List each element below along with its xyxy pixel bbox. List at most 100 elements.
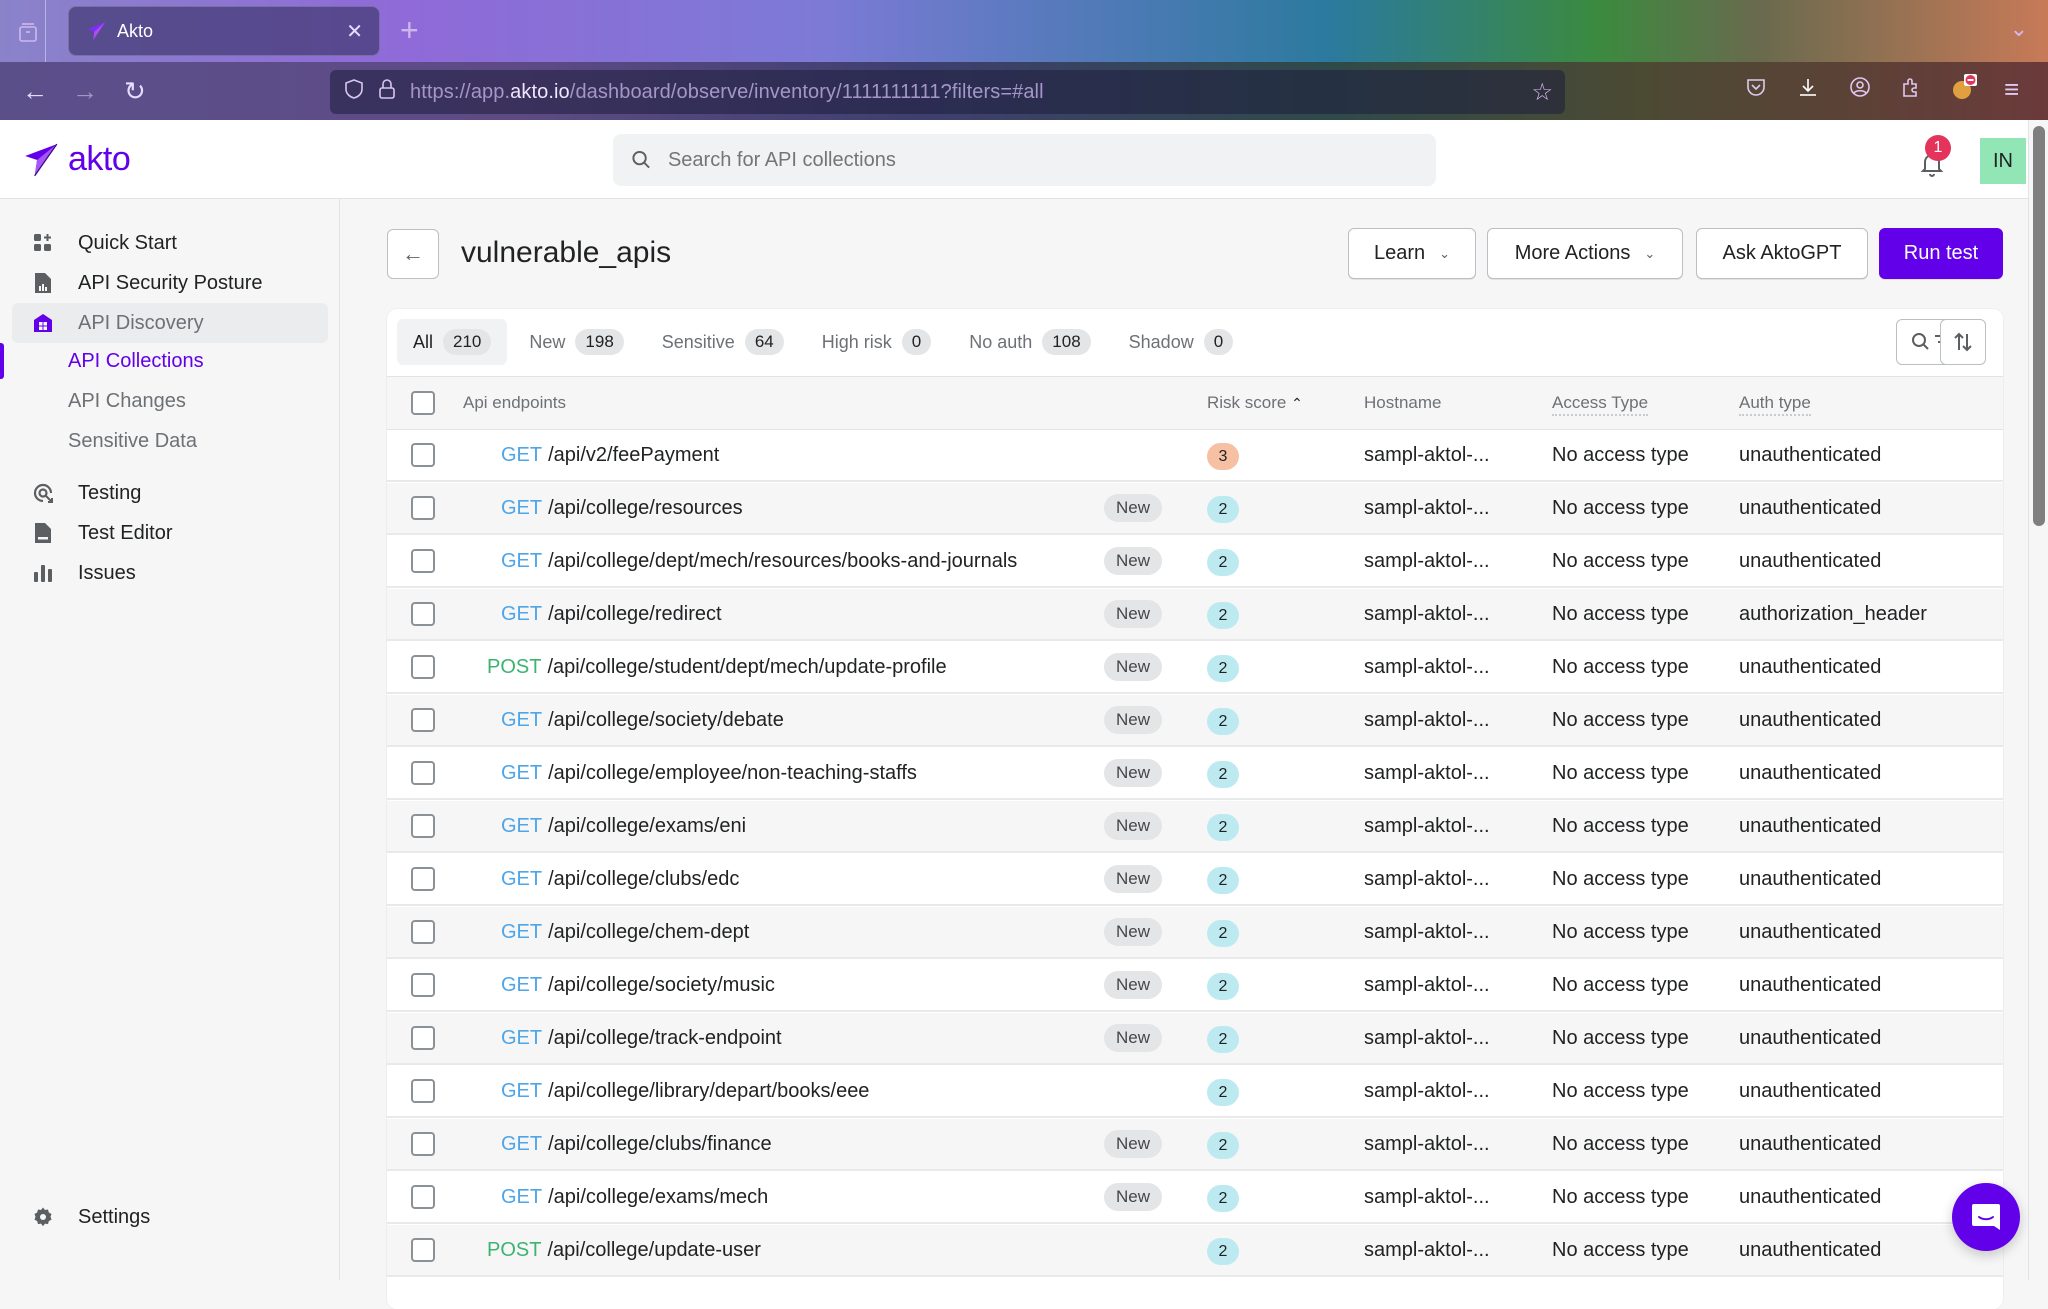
- download-icon[interactable]: [1797, 76, 1819, 104]
- endpoint-cell[interactable]: GET/api/college/track-endpoint: [501, 1027, 782, 1050]
- chat-support-button[interactable]: [1952, 1183, 2020, 1251]
- endpoint-cell[interactable]: GET/api/college/chem-dept: [501, 921, 749, 944]
- filter-tab-new[interactable]: New 198: [513, 319, 639, 365]
- menu-hamburger-icon[interactable]: ≡: [2004, 74, 2019, 105]
- row-checkbox[interactable]: [411, 1238, 435, 1262]
- back-arrow-icon[interactable]: ←: [22, 76, 48, 107]
- endpoint-cell[interactable]: POST/api/college/student/dept/mech/updat…: [487, 656, 947, 679]
- row-checkbox[interactable]: [411, 1026, 435, 1050]
- row-checkbox[interactable]: [411, 443, 435, 467]
- endpoint-cell[interactable]: GET/api/college/exams/eni: [501, 815, 746, 838]
- table-row[interactable]: GET/api/college/resources New 2 sampl-ak…: [387, 483, 2003, 535]
- column-header-endpoints[interactable]: Api endpoints: [463, 393, 566, 413]
- table-row[interactable]: GET/api/college/redirect New 2 sampl-akt…: [387, 589, 2003, 641]
- row-checkbox[interactable]: [411, 1132, 435, 1156]
- filter-tab-shadow[interactable]: Shadow 0: [1113, 319, 1250, 365]
- pocket-icon[interactable]: [1745, 76, 1767, 104]
- row-checkbox[interactable]: [411, 1079, 435, 1103]
- column-header-access-type[interactable]: Access Type: [1552, 393, 1649, 416]
- column-header-hostname[interactable]: Hostname: [1364, 393, 1441, 413]
- endpoint-cell[interactable]: GET/api/college/employee/non-teaching-st…: [501, 762, 917, 785]
- row-checkbox[interactable]: [411, 920, 435, 944]
- list-all-tabs-icon[interactable]: ⌄: [2010, 16, 2028, 42]
- table-row[interactable]: GET/api/college/library/depart/books/eee…: [387, 1066, 2003, 1118]
- endpoint-cell[interactable]: GET/api/college/exams/mech: [501, 1186, 768, 1209]
- filter-tab-sensitive[interactable]: Sensitive 64: [646, 319, 800, 365]
- account-icon[interactable]: [1849, 76, 1871, 104]
- extensions-icon[interactable]: [1900, 76, 1922, 104]
- sidebar-item-api-security-posture[interactable]: API Security Posture: [12, 263, 328, 303]
- browser-tab[interactable]: Akto ✕: [68, 6, 380, 56]
- extension-blocker-icon[interactable]: [1950, 72, 1978, 108]
- sidebar-item-testing[interactable]: Testing: [12, 473, 328, 513]
- page-scrollbar[interactable]: [2028, 120, 2048, 1280]
- endpoint-cell[interactable]: GET/api/college/clubs/edc: [501, 868, 739, 891]
- table-row[interactable]: GET/api/college/track-endpoint New 2 sam…: [387, 1013, 2003, 1065]
- endpoint-cell[interactable]: GET/api/college/library/depart/books/eee: [501, 1080, 869, 1103]
- tab-list-icon[interactable]: [16, 20, 40, 44]
- row-checkbox[interactable]: [411, 814, 435, 838]
- row-checkbox[interactable]: [411, 496, 435, 520]
- sidebar-subitem-api-changes[interactable]: API Changes: [68, 383, 186, 419]
- endpoint-cell[interactable]: GET/api/college/dept/mech/resources/book…: [501, 550, 1017, 573]
- table-row[interactable]: POST/api/college/update-user 2 sampl-akt…: [387, 1225, 2003, 1277]
- table-row[interactable]: GET/api/college/exams/mech New 2 sampl-a…: [387, 1172, 2003, 1224]
- scrollbar-thumb[interactable]: [2033, 126, 2045, 526]
- ask-aktogpt-button[interactable]: Ask AktoGPT: [1696, 228, 1868, 279]
- endpoint-cell[interactable]: GET/api/college/resources: [501, 497, 743, 520]
- url-text[interactable]: https://app.akto.io/dashboard/observe/in…: [410, 81, 1044, 104]
- search-input[interactable]: [667, 148, 1418, 172]
- table-row[interactable]: GET/api/college/society/debate New 2 sam…: [387, 695, 2003, 747]
- row-checkbox[interactable]: [411, 1185, 435, 1209]
- reload-icon[interactable]: ↻: [124, 76, 146, 107]
- row-checkbox[interactable]: [411, 655, 435, 679]
- row-checkbox[interactable]: [411, 867, 435, 891]
- forward-arrow-icon[interactable]: →: [72, 76, 98, 107]
- sidebar-item-quick-start[interactable]: Quick Start: [12, 223, 328, 263]
- sidebar-item-settings[interactable]: Settings: [12, 1197, 328, 1237]
- table-row[interactable]: GET/api/college/society/music New 2 samp…: [387, 960, 2003, 1012]
- select-all-checkbox[interactable]: [411, 391, 435, 415]
- table-row[interactable]: GET/api/college/dept/mech/resources/book…: [387, 536, 2003, 588]
- search-bar[interactable]: [613, 134, 1436, 186]
- filter-tab-all[interactable]: All 210: [397, 319, 508, 365]
- row-checkbox[interactable]: [411, 602, 435, 626]
- endpoint-cell[interactable]: GET/api/college/society/debate: [501, 709, 784, 732]
- table-row[interactable]: GET/api/v2/feePayment 3 sampl-aktol-... …: [387, 430, 2003, 482]
- more-actions-button[interactable]: More Actions ⌄: [1487, 228, 1683, 279]
- sidebar-item-issues[interactable]: Issues: [12, 553, 328, 593]
- endpoint-cell[interactable]: GET/api/v2/feePayment: [501, 444, 719, 467]
- column-header-risk-score[interactable]: Risk score ⌃: [1207, 393, 1303, 413]
- filter-tab-no-auth[interactable]: No auth 108: [953, 319, 1106, 365]
- table-row[interactable]: GET/api/college/employee/non-teaching-st…: [387, 748, 2003, 800]
- shield-icon[interactable]: [344, 78, 364, 106]
- endpoint-cell[interactable]: GET/api/college/clubs/finance: [501, 1133, 772, 1156]
- back-button[interactable]: ←: [387, 229, 439, 279]
- endpoint-cell[interactable]: POST/api/college/update-user: [487, 1239, 761, 1262]
- bookmark-star-icon[interactable]: ☆: [1531, 78, 1553, 107]
- lock-icon[interactable]: [378, 78, 396, 106]
- user-avatar[interactable]: IN: [1980, 138, 2026, 184]
- endpoint-cell[interactable]: GET/api/college/society/music: [501, 974, 775, 997]
- row-checkbox[interactable]: [411, 708, 435, 732]
- table-row[interactable]: GET/api/college/clubs/finance New 2 samp…: [387, 1119, 2003, 1171]
- sidebar-item-api-discovery[interactable]: API Discovery: [12, 303, 328, 343]
- close-tab-icon[interactable]: ✕: [346, 19, 363, 44]
- table-row[interactable]: GET/api/college/clubs/edc New 2 sampl-ak…: [387, 854, 2003, 906]
- run-test-button[interactable]: Run test: [1879, 228, 2003, 279]
- column-header-auth-type[interactable]: Auth type: [1739, 393, 1811, 416]
- row-checkbox[interactable]: [411, 973, 435, 997]
- address-bar[interactable]: https://app.akto.io/dashboard/observe/in…: [330, 70, 1565, 114]
- endpoint-cell[interactable]: GET/api/college/redirect: [501, 603, 722, 626]
- row-checkbox[interactable]: [411, 761, 435, 785]
- table-row[interactable]: POST/api/college/student/dept/mech/updat…: [387, 642, 2003, 694]
- sidebar-subitem-api-collections[interactable]: API Collections: [68, 343, 204, 379]
- new-tab-icon[interactable]: +: [400, 12, 419, 49]
- table-row[interactable]: GET/api/college/chem-dept New 2 sampl-ak…: [387, 907, 2003, 959]
- sort-button[interactable]: [1940, 319, 1986, 365]
- table-row[interactable]: GET/api/college/exams/eni New 2 sampl-ak…: [387, 801, 2003, 853]
- row-checkbox[interactable]: [411, 549, 435, 573]
- sort-caret-icon[interactable]: ⌃: [1291, 395, 1303, 411]
- filter-tab-high-risk[interactable]: High risk 0: [806, 319, 947, 365]
- learn-button[interactable]: Learn ⌄: [1348, 228, 1476, 279]
